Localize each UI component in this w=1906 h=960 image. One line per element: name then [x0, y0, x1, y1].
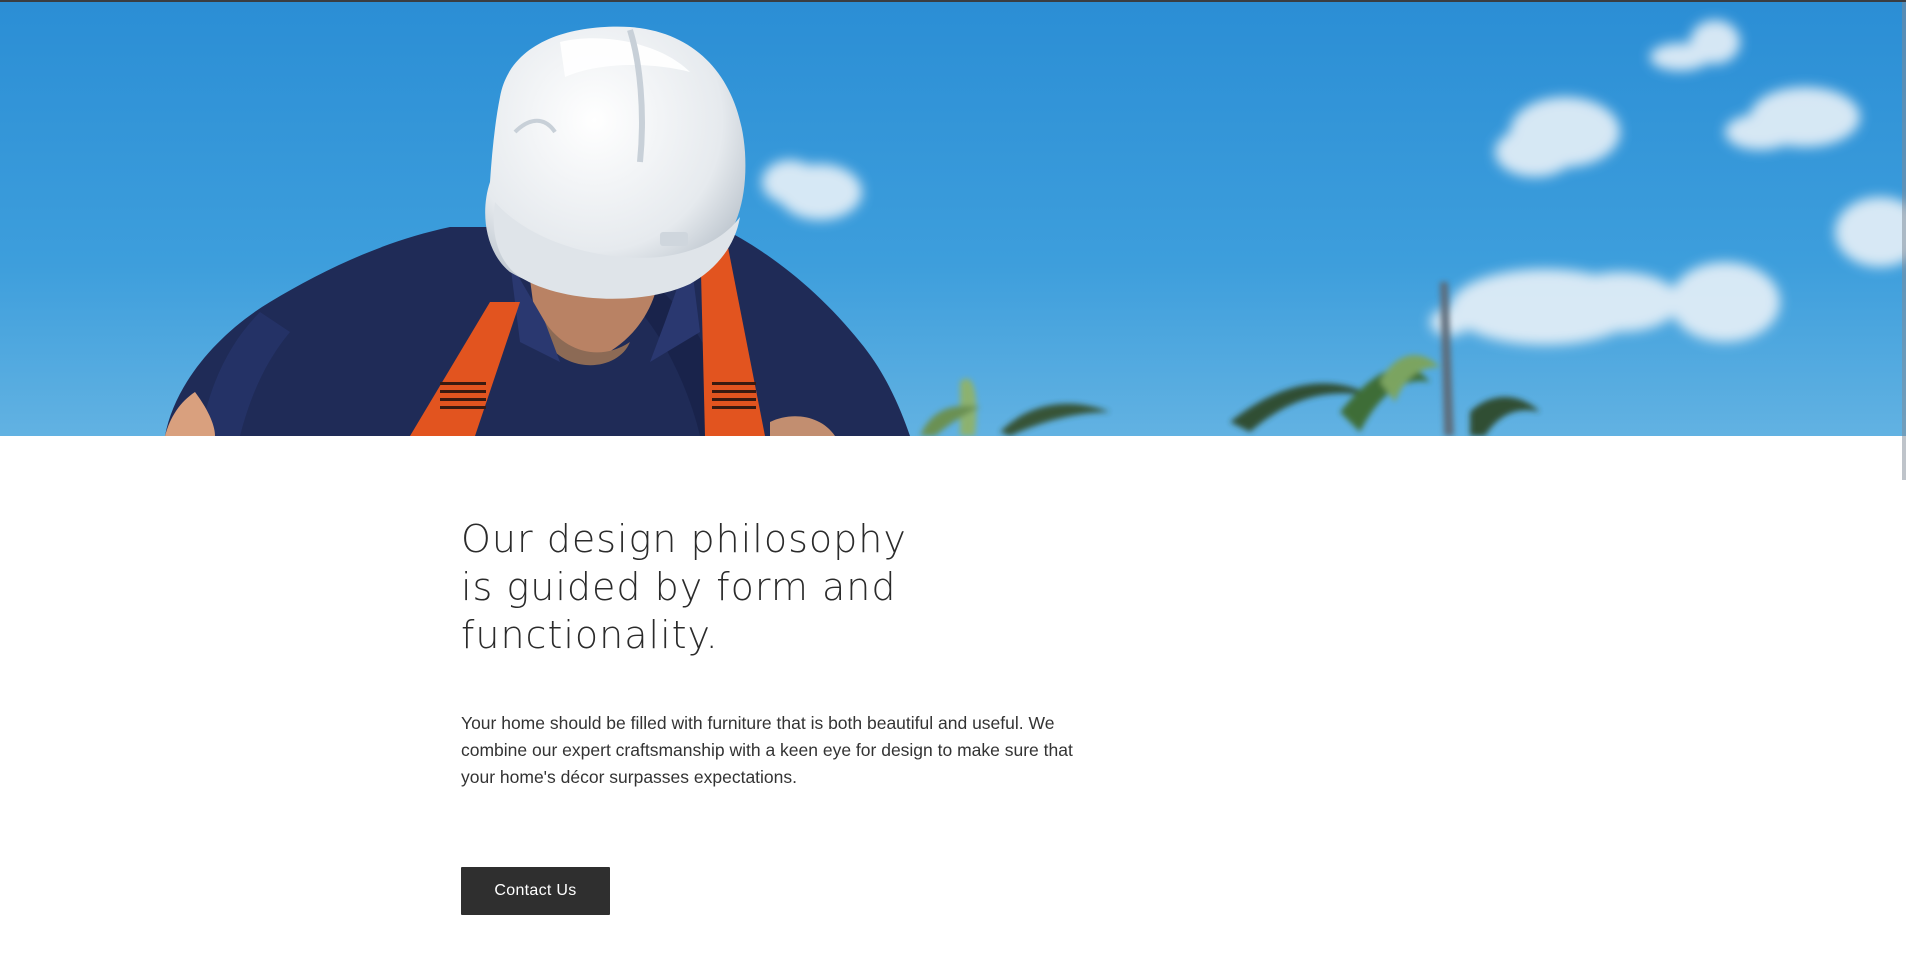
page-title: Our design philosophy is guided by form …: [461, 517, 907, 657]
hard-hat: [485, 26, 746, 299]
page: Our design philosophy is guided by form …: [0, 0, 1906, 960]
scrollbar-edge[interactable]: [1902, 2, 1906, 480]
hero-image: [0, 2, 1906, 436]
philosophy-section: Our design philosophy is guided by form …: [461, 515, 1101, 915]
description-text: Your home should be filled with furnitur…: [461, 713, 1073, 787]
contact-us-button[interactable]: Contact Us: [461, 867, 610, 915]
